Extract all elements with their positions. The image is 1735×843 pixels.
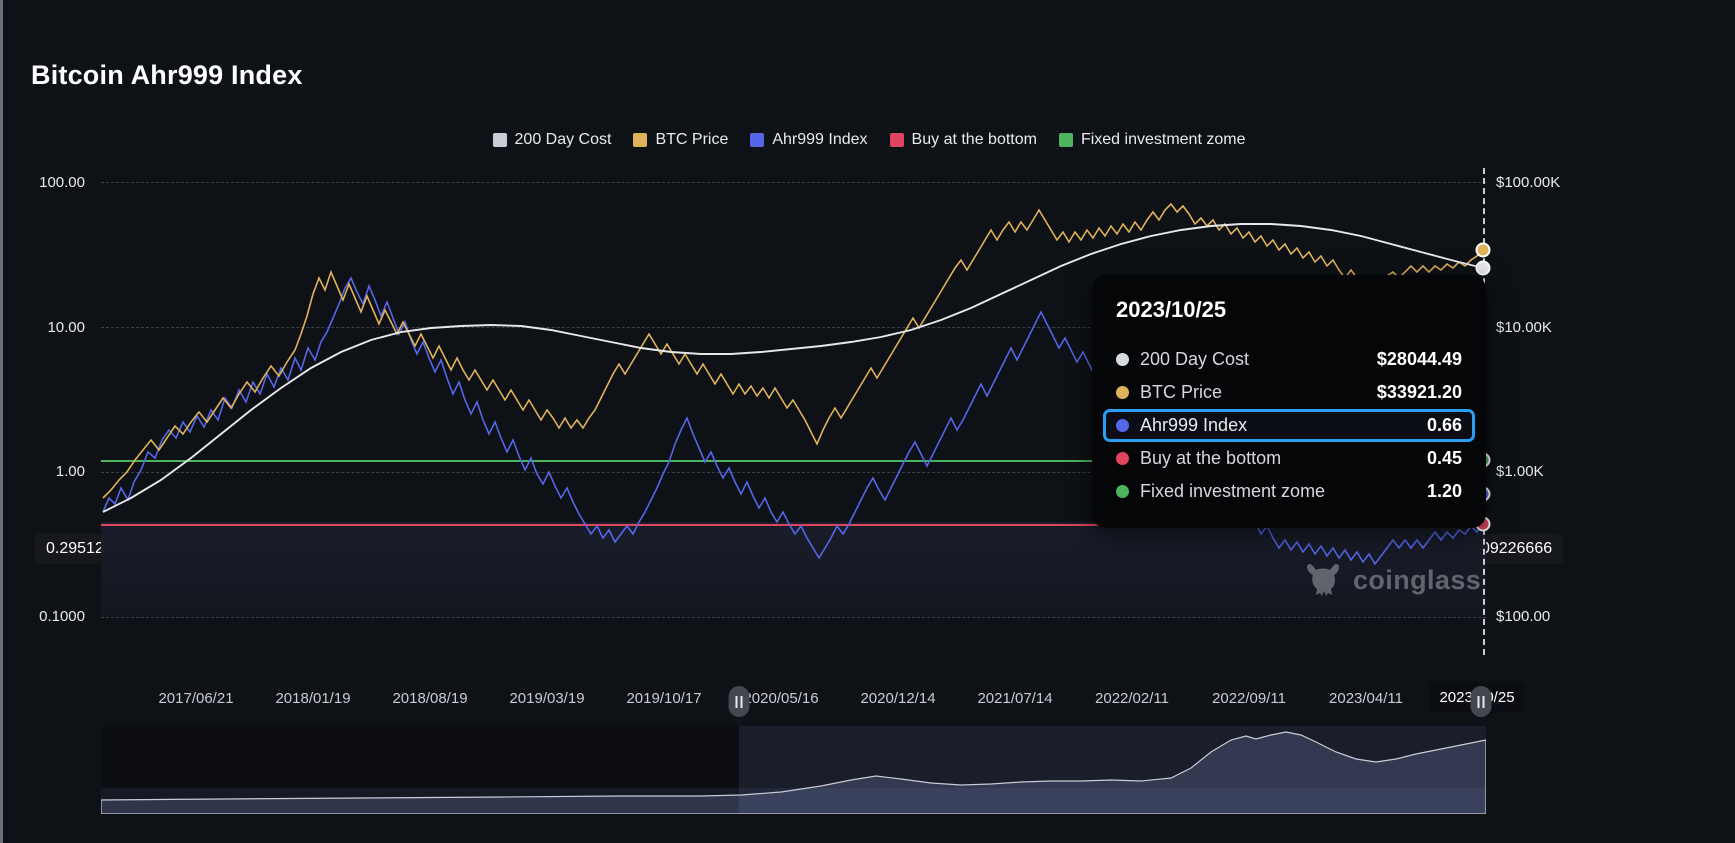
legend-item-label: Fixed investment zome xyxy=(1080,131,1246,148)
page-title: Bitcoin Ahr999 Index xyxy=(31,60,303,90)
y-axis-right-tick-3: $100.00 xyxy=(1496,608,1551,625)
tooltip-row-label: Ahr999 Index xyxy=(1140,415,1248,435)
x-axis-tick-8: 2022/02/11 xyxy=(1095,690,1169,707)
y-axis-right-tick-0: $100.00K xyxy=(1496,174,1561,191)
y-axis-right-tick-2: $1.00K xyxy=(1496,463,1544,480)
tooltip-rows: 200 Day Cost $28044.49 BTC Price $33921.20 A… xyxy=(1103,343,1475,508)
tooltip-row-1: BTC Price $33921.20 xyxy=(1103,376,1475,409)
legend-item-4[interactable]: Fixed investment zome xyxy=(1058,131,1246,149)
legend-item-label: 200 Day Cost xyxy=(514,131,612,148)
range-slider-handle-left[interactable] xyxy=(728,686,750,717)
tooltip-date: 2023/10/25 xyxy=(1116,297,1227,322)
range-slider-handle-right[interactable] xyxy=(1470,686,1492,717)
legend-item-0[interactable]: 200 Day Cost xyxy=(492,131,612,149)
tooltip-row-value: $33921.20 xyxy=(1376,382,1462,402)
tooltip-row-2: Ahr999 Index 0.66 xyxy=(1103,409,1475,442)
tooltip-row-label: Fixed investment zome xyxy=(1140,481,1326,501)
legend-swatch-icon xyxy=(889,133,904,147)
tooltip-row-4: Fixed investment zome 1.20 xyxy=(1103,475,1475,508)
chart-page: Bitcoin Ahr999 Index 200 Day Cost BTC Pri… xyxy=(0,0,1735,843)
x-axis-tick-0: 2017/06/21 xyxy=(158,690,234,707)
tooltip-series-dot-icon xyxy=(1116,485,1129,498)
tooltip-row-value: 0.45 xyxy=(1426,448,1462,468)
tooltip-row-value: 0.66 xyxy=(1426,415,1462,435)
tooltip-series-dot-icon xyxy=(1116,386,1129,399)
tooltip-row-value: $28044.49 xyxy=(1376,349,1462,369)
y-axis-left-tick-0: 100.00 xyxy=(39,174,85,191)
x-axis-tick-6: 2020/12/14 xyxy=(860,690,936,707)
chart-legend: 200 Day Cost BTC Price Ahr999 Index Buy at … xyxy=(3,131,1735,149)
chart-tooltip: 2023/10/25 200 Day Cost $28044.49 BTC Pric… xyxy=(1092,275,1486,528)
tooltip-row-3: Buy at the bottom 0.45 xyxy=(1103,442,1475,475)
x-axis-tick-3: 2019/03/19 xyxy=(509,690,585,707)
x-axis-tick-1: 2018/01/19 xyxy=(275,690,351,707)
tooltip-row-label: 200 Day Cost xyxy=(1140,349,1250,369)
bull-logo-icon xyxy=(1307,563,1339,596)
endpoint-dot-btc-price xyxy=(1475,242,1491,258)
tooltip-series-dot-icon xyxy=(1116,419,1129,432)
tooltip-series-dot-icon xyxy=(1116,353,1129,366)
legend-swatch-icon xyxy=(1058,133,1073,147)
endpoint-dot-200-day-cost xyxy=(1475,260,1491,276)
tooltip-row-label: Buy at the bottom xyxy=(1140,448,1282,468)
watermark: coinglass xyxy=(1303,562,1481,598)
x-axis-tick-5: 2020/05/16 xyxy=(743,690,819,707)
legend-item-label: Buy at the bottom xyxy=(911,131,1037,148)
range-slider-overview-chart xyxy=(101,731,1486,814)
range-slider[interactable] xyxy=(101,686,1492,814)
tooltip-row-0: 200 Day Cost $28044.49 xyxy=(1103,343,1475,376)
legend-swatch-icon xyxy=(750,133,765,147)
legend-swatch-icon xyxy=(633,133,648,147)
x-axis-tick-4: 2019/10/17 xyxy=(626,690,702,707)
x-axis-tick-2: 2018/08/19 xyxy=(392,690,468,707)
legend-item-2[interactable]: Ahr999 Index xyxy=(750,131,868,149)
gridline-0-1 xyxy=(101,617,1486,618)
legend-item-3[interactable]: Buy at the bottom xyxy=(889,131,1037,149)
x-axis-tick-9: 2022/09/11 xyxy=(1212,690,1286,707)
watermark-text: coinglass xyxy=(1353,564,1482,595)
tooltip-row-value: 1.20 xyxy=(1426,481,1462,501)
legend-item-1[interactable]: BTC Price xyxy=(633,131,728,149)
x-axis-tick-7: 2021/07/14 xyxy=(977,690,1053,707)
y-axis-right-tick-1: $10.00K xyxy=(1496,319,1552,336)
y-axis-left-tick-3: 0.1000 xyxy=(39,608,85,625)
legend-item-label: BTC Price xyxy=(655,131,729,148)
legend-swatch-icon xyxy=(492,133,507,147)
legend-item-label: Ahr999 Index xyxy=(772,131,868,148)
tooltip-row-label: BTC Price xyxy=(1140,382,1223,402)
tooltip-series-dot-icon xyxy=(1116,452,1129,465)
y-axis-left-tick-1: 10.00 xyxy=(47,319,85,336)
y-axis-left-tick-2: 1.00 xyxy=(55,463,85,480)
x-axis-tick-10: 2023/04/11 xyxy=(1329,690,1403,707)
